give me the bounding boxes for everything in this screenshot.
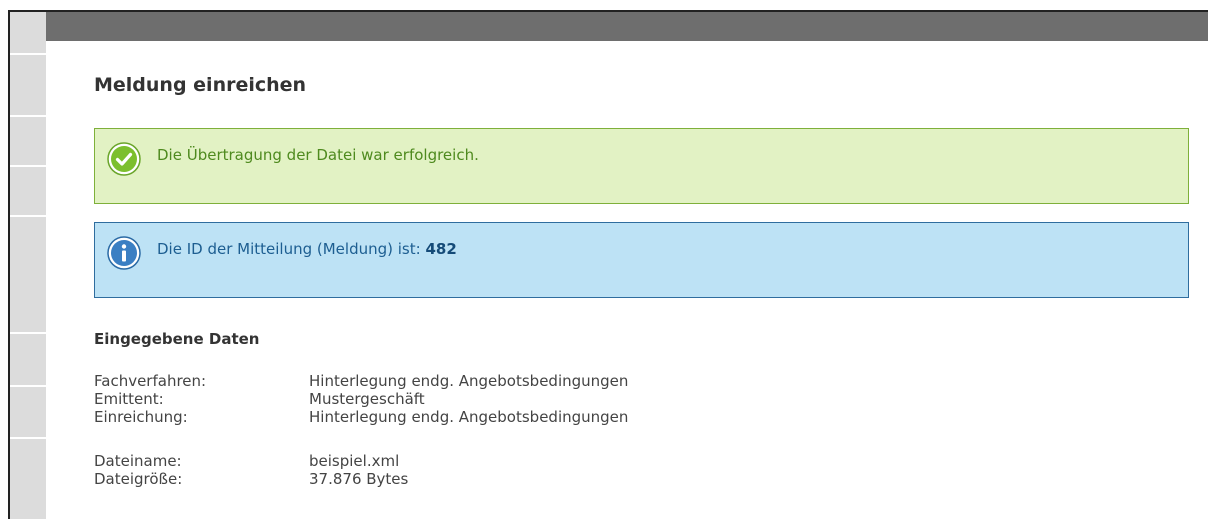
top-navigation-bar (46, 12, 1208, 41)
success-message-box: Die Übertragung der Datei war erfolgreic… (94, 128, 1189, 204)
info-message-box: Die ID der Mitteilung (Meldung) ist: 482 (94, 222, 1189, 298)
info-message-text: Die ID der Mitteilung (Meldung) ist: 482 (157, 240, 457, 258)
detail-label: Dateiname: (94, 452, 182, 470)
sidebar-divider (10, 115, 46, 117)
detail-row: Dateigröße: 37.876 Bytes (94, 470, 408, 488)
check-circle-icon (107, 142, 141, 176)
message-id-value: 482 (425, 240, 457, 258)
detail-row: Emittent: Mustergeschäft (94, 390, 425, 408)
sidebar-divider (10, 215, 46, 217)
info-circle-icon (107, 236, 141, 270)
detail-label: Emittent: (94, 390, 164, 408)
sidebar-divider (10, 332, 46, 334)
sidebar-divider (10, 53, 46, 55)
sidebar-divider (10, 165, 46, 167)
detail-label: Einreichung: (94, 408, 188, 426)
detail-value: beispiel.xml (309, 452, 400, 470)
sidebar-divider (10, 437, 46, 439)
detail-value: Hinterlegung endg. Angebotsbedingungen (309, 372, 629, 390)
page-title: Meldung einreichen (94, 74, 307, 96)
section-title-entered-data: Eingegebene Daten (94, 330, 260, 348)
sidebar (10, 12, 46, 519)
detail-label: Fachverfahren: (94, 372, 207, 390)
success-message-text: Die Übertragung der Datei war erfolgreic… (157, 146, 479, 164)
info-message-prefix: Die ID der Mitteilung (Meldung) ist: (157, 240, 421, 258)
detail-row: Fachverfahren: Hinterlegung endg. Angebot… (94, 372, 628, 390)
detail-value: Mustergeschäft (309, 390, 425, 408)
detail-row: Einreichung: Hinterlegung endg. Angebotsb… (94, 408, 628, 426)
detail-row: Dateiname: beispiel.xml (94, 452, 399, 470)
detail-value: 37.876 Bytes (309, 470, 409, 488)
detail-value: Hinterlegung endg. Angebotsbedingungen (309, 408, 629, 426)
sidebar-divider (10, 385, 46, 387)
detail-label: Dateigröße: (94, 470, 183, 488)
